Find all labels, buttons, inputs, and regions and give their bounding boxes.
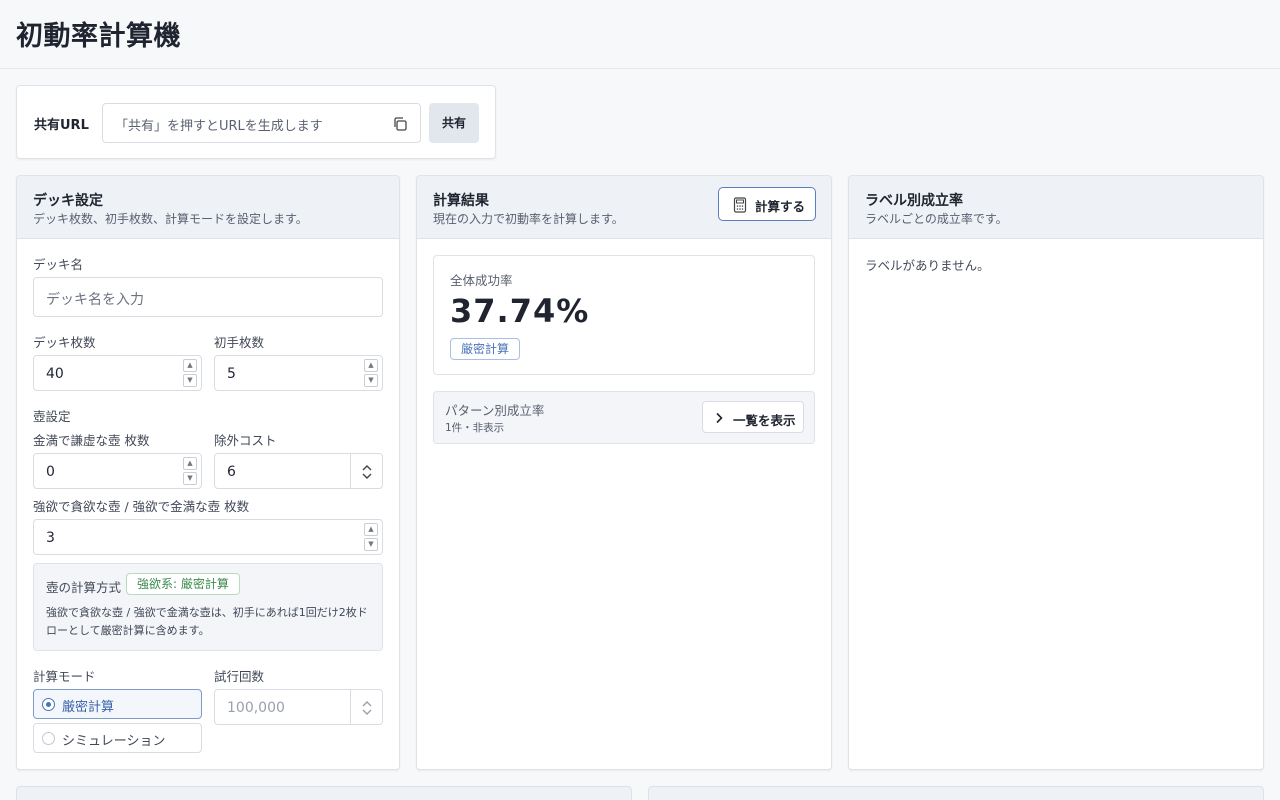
exclude-cost-label: 除外コスト — [214, 433, 277, 448]
deck-size-label: デッキ枚数 — [33, 335, 96, 350]
calculate-button-label: 計算する — [755, 199, 806, 214]
result-title: 計算結果 — [433, 193, 489, 209]
label-rate-title: ラベル別成立率 — [865, 193, 963, 209]
trials-label: 試行回数 — [214, 669, 265, 684]
overall-result-card: 全体成功率 37.74% 厳密計算 — [433, 255, 815, 375]
result-panel: 計算結果 現在の入力で初動率を計算します。 計算する 全体成功率 37.74% … — [416, 175, 832, 770]
chevron-right-icon — [716, 412, 723, 424]
share-url-field[interactable]: 「共有」を押すとURLを生成します — [102, 103, 421, 143]
greedy-pot-value: 3 — [46, 530, 55, 546]
radio-selected-icon — [42, 698, 55, 711]
chevron-updown-icon — [362, 465, 372, 479]
label-empty-message: ラベルがありません。 — [865, 258, 990, 273]
deck-settings-panel: デッキ設定 デッキ枚数、初手枚数、計算モードを設定します。 デッキ名 デッキ名を… — [16, 175, 400, 770]
share-url-placeholder: 「共有」を押すとURLを生成します — [115, 119, 323, 134]
label-rate-subtitle: ラベルごとの成立率です。 — [865, 212, 1008, 226]
pattern-rate-card: パターン別成立率 1件・非表示 一覧を表示 — [433, 391, 815, 444]
overall-rate-value: 37.74% — [450, 292, 590, 330]
result-subtitle: 現在の入力で初動率を計算します。 — [433, 212, 624, 226]
deck-name-input[interactable]: デッキ名を入力 — [33, 277, 383, 317]
bottom-card-left — [16, 786, 632, 800]
hand-size-input[interactable]: 5 ▲ ▼ — [214, 355, 383, 391]
label-rate-header: ラベル別成立率 ラベルごとの成立率です。 — [849, 176, 1263, 239]
show-list-button[interactable]: 一覧を表示 — [702, 401, 804, 433]
mode-exact-label: 厳密計算 — [62, 700, 115, 715]
modest-pot-input[interactable]: 0 ▲ ▼ — [33, 453, 202, 489]
greedy-pot-input[interactable]: 3 ▲ ▼ — [33, 519, 383, 555]
label-rate-panel: ラベル別成立率 ラベルごとの成立率です。 ラベルがありません。 — [848, 175, 1264, 770]
pattern-rate-title: パターン別成立率 — [445, 403, 545, 418]
modest-pot-value: 0 — [46, 464, 55, 480]
hand-size-label: 初手枚数 — [214, 335, 265, 350]
bottom-card-right — [648, 786, 1264, 800]
share-url-label: 共有URL — [34, 118, 89, 133]
deck-settings-subtitle: デッキ枚数、初手枚数、計算モードを設定します。 — [33, 212, 308, 226]
calc-mode-label: 計算モード — [33, 669, 96, 684]
exclude-cost-stepper[interactable] — [350, 454, 382, 488]
overall-rate-label: 全体成功率 — [450, 273, 513, 288]
deck-name-label: デッキ名 — [33, 257, 84, 272]
pot-method-label: 壺の計算方式 — [46, 580, 122, 595]
pattern-rate-count: 1件・非表示 — [445, 422, 505, 434]
deck-settings-title: デッキ設定 — [33, 193, 103, 209]
deck-settings-header: デッキ設定 デッキ枚数、初手枚数、計算モードを設定します。 — [17, 176, 399, 239]
chevron-updown-icon — [362, 701, 372, 715]
page-title: 初動率計算機 — [16, 21, 181, 52]
pot-method-info: 壺の計算方式 強欲系: 厳密計算 強欲で貪欲な壺 / 強欲で金満な壺は、初手にあ… — [33, 563, 383, 651]
deck-size-spinner[interactable]: ▲ ▼ — [183, 359, 197, 387]
pot-method-description: 強欲で貪欲な壺 / 強欲で金満な壺は、初手にあれば1回だけ2枚ドローとして厳密計… — [46, 606, 368, 637]
pot-method-badge: 強欲系: 厳密計算 — [126, 573, 240, 595]
show-list-label: 一覧を表示 — [733, 413, 796, 428]
share-button[interactable]: 共有 — [429, 103, 479, 143]
result-header: 計算結果 現在の入力で初動率を計算します。 計算する — [417, 176, 831, 239]
hand-size-value: 5 — [227, 366, 236, 382]
calculator-icon — [733, 197, 747, 213]
copy-icon[interactable] — [392, 116, 408, 132]
modest-pot-label: 金満で謙虚な壺 枚数 — [33, 433, 150, 448]
trials-value: 100,000 — [227, 700, 285, 716]
calculate-button[interactable]: 計算する — [718, 187, 816, 221]
exclude-cost-select[interactable]: 6 — [214, 453, 383, 489]
greedy-pot-label: 強欲で貪欲な壺 / 強欲で金満な壺 枚数 — [33, 499, 250, 514]
modest-pot-spinner[interactable]: ▲ ▼ — [183, 457, 197, 485]
trials-input[interactable]: 100,000 — [214, 689, 383, 725]
radio-empty-icon — [42, 732, 55, 745]
hand-size-spinner[interactable]: ▲ ▼ — [364, 359, 378, 387]
deck-size-input[interactable]: 40 ▲ ▼ — [33, 355, 202, 391]
exclude-cost-value: 6 — [227, 464, 236, 480]
trials-stepper[interactable] — [350, 690, 382, 724]
deck-name-placeholder: デッキ名を入力 — [46, 292, 144, 308]
mode-badge: 厳密計算 — [450, 338, 521, 360]
share-card: 共有URL 「共有」を押すとURLを生成します 共有 — [16, 85, 496, 159]
mode-simulation-label: シミュレーション — [62, 734, 166, 749]
mode-radio-simulation[interactable]: シミュレーション — [33, 723, 202, 753]
deck-size-value: 40 — [46, 366, 64, 382]
greedy-pot-spinner[interactable]: ▲ ▼ — [364, 523, 378, 551]
pot-settings-label: 壺設定 — [33, 409, 71, 424]
mode-radio-exact[interactable]: 厳密計算 — [33, 689, 202, 719]
app-header: 初動率計算機 — [0, 0, 1280, 69]
